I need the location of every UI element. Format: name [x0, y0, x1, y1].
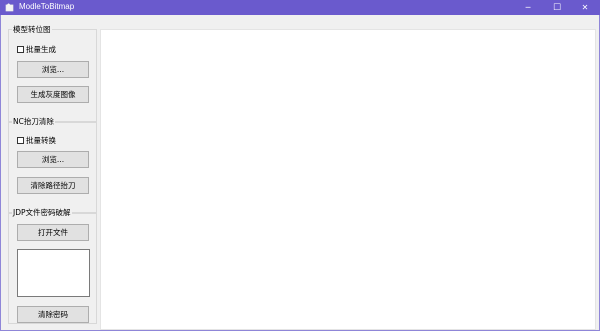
clear-path-lift-button[interactable]: 清除路径抬刀: [17, 177, 89, 194]
batch-convert-checkbox[interactable]: 批量转换: [17, 135, 56, 146]
batch-generate-checkbox[interactable]: 批量生成: [17, 44, 56, 55]
browse-nc-button[interactable]: 浏览...: [17, 151, 89, 168]
close-icon: ✕: [581, 3, 589, 12]
nc-lift-remove-group-title: NC抬刀清除: [12, 116, 55, 127]
app-icon: [5, 3, 14, 12]
generate-grayscale-button[interactable]: 生成灰度图像: [17, 86, 89, 103]
jdp-crack-group: JDP文件密码破解 打开文件 清除密码: [8, 207, 97, 324]
model-to-bitmap-group: 模型转位图 批量生成 浏览... 生成灰度图像: [8, 24, 97, 123]
checkbox-box[interactable]: [17, 137, 24, 144]
batch-generate-label: 批量生成: [26, 45, 56, 54]
window-client-area: 模型转位图 批量生成 浏览... 生成灰度图像 NC抬刀清除 批量转换 浏览..…: [0, 15, 600, 331]
maximize-icon: ☐: [552, 2, 562, 13]
clear-password-button[interactable]: 清除密码: [17, 306, 89, 323]
batch-convert-label: 批量转换: [26, 136, 56, 145]
minimize-icon: ─: [525, 3, 531, 12]
nc-lift-remove-group: NC抬刀清除 批量转换 浏览... 清除路径抬刀: [8, 116, 97, 214]
open-file-button[interactable]: 打开文件: [17, 224, 89, 241]
close-button[interactable]: ✕: [571, 0, 599, 15]
browse-model-button[interactable]: 浏览...: [17, 61, 89, 78]
jdp-crack-group-title: JDP文件密码破解: [12, 207, 72, 218]
window-title: ModleToBitmap: [19, 2, 75, 11]
minimize-button[interactable]: ─: [514, 0, 542, 15]
checkbox-box[interactable]: [17, 46, 24, 53]
model-to-bitmap-group-title: 模型转位图: [12, 24, 52, 35]
preview-canvas[interactable]: [100, 29, 596, 330]
password-output-textarea[interactable]: [17, 249, 90, 297]
maximize-button[interactable]: ☐: [543, 0, 571, 15]
title-bar[interactable]: ModleToBitmap ─ ☐ ✕: [0, 0, 600, 15]
